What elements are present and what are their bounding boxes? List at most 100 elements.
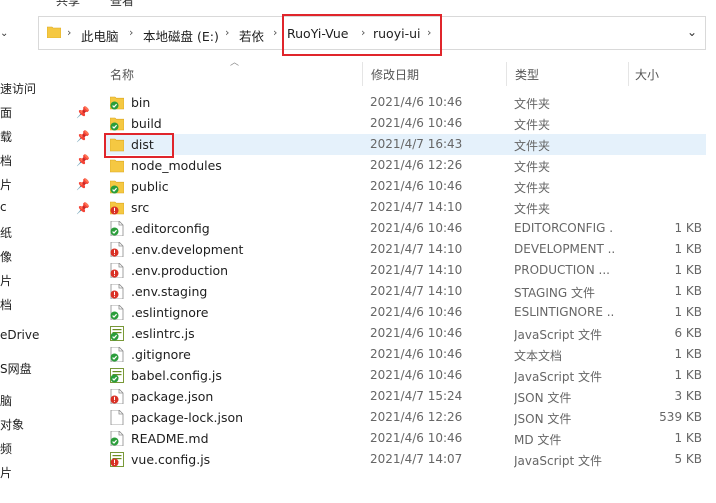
column-header-size[interactable]: 大小	[635, 66, 659, 83]
file-row[interactable]: .eslintrc.js 2021/4/6 10:46 JavaScript 文件 6…	[104, 323, 706, 344]
breadcrumb-separator[interactable]: ›	[67, 26, 71, 39]
file-size: 539 KB	[659, 410, 702, 424]
file-row[interactable]: babel.config.js 2021/4/6 10:46 JavaScript …	[104, 365, 706, 386]
column-divider[interactable]	[506, 62, 507, 86]
file-type: 文件夹	[514, 139, 551, 153]
file-row[interactable]: .env.staging 2021/4/7 14:10 STAGING 文件 1 KB	[104, 281, 706, 302]
tab-view[interactable]: 查看	[110, 0, 134, 9]
file-type: 文件夹	[514, 97, 551, 111]
file-row[interactable]: src 2021/4/7 14:10 文件夹	[104, 197, 706, 218]
file-name: node_modules	[131, 158, 222, 173]
file-row[interactable]: package.json 2021/4/7 15:24 JSON 文件 3 KB	[104, 386, 706, 407]
file-icon	[110, 410, 124, 425]
file-size: 3 KB	[674, 389, 702, 403]
file-synced-icon	[110, 347, 124, 362]
file-size: 1 KB	[674, 347, 702, 361]
nav-item-pictures-pc[interactable]: 片	[0, 464, 12, 481]
file-name: vue.config.js	[131, 452, 211, 467]
tab-share[interactable]: 共享	[56, 0, 80, 9]
file-date: 2021/4/7 14:07	[370, 452, 463, 466]
file-row[interactable]: package-lock.json 2021/4/6 12:26 JSON 文件 53…	[104, 407, 706, 428]
file-size: 6 KB	[674, 326, 702, 340]
file-name: bin	[131, 95, 151, 110]
file-date: 2021/4/6 12:26	[370, 158, 463, 172]
pin-icon: 📌	[76, 178, 90, 191]
file-row[interactable]: node_modules 2021/4/6 12:26 文件夹	[104, 155, 706, 176]
breadcrumb-this-pc[interactable]: 此电脑	[81, 26, 119, 45]
folder-icon	[110, 159, 124, 173]
breadcrumb-separator[interactable]: ›	[427, 26, 431, 39]
file-row[interactable]: public 2021/4/6 10:46 文件夹	[104, 176, 706, 197]
file-size: 1 KB	[674, 242, 702, 256]
file-row[interactable]: dist 2021/4/7 16:43 文件夹	[104, 134, 706, 155]
nav-item-pictures[interactable]: 片	[0, 176, 12, 193]
column-divider[interactable]	[362, 62, 363, 86]
nav-item-docs[interactable]: 档	[0, 296, 12, 313]
breadcrumb-separator[interactable]: ›	[361, 26, 365, 39]
file-modified-icon	[110, 263, 124, 278]
file-date: 2021/4/6 10:46	[370, 116, 463, 130]
file-name: .env.development	[131, 242, 244, 257]
chevron-down-icon[interactable]: ⌄	[0, 28, 12, 40]
file-row[interactable]: .env.production 2021/4/7 14:10 PRODUCTION …	[104, 260, 706, 281]
nav-item-wallpaper[interactable]: 纸	[0, 224, 12, 241]
file-row[interactable]: .editorconfig 2021/4/6 10:46 EDITORCONFIG …	[104, 218, 706, 239]
breadcrumb-ruoyi-ui[interactable]: ruoyi-ui	[373, 26, 421, 41]
file-type: ESLINTIGNORE ...	[514, 305, 614, 319]
file-synced-icon	[110, 431, 124, 446]
address-bar[interactable]: › 此电脑 › 本地磁盘 (E:) › 若依 › RuoYi-Vue › ruo…	[38, 16, 706, 50]
file-type: 文件夹	[514, 160, 551, 174]
file-type: PRODUCTION ...	[514, 263, 610, 277]
file-row[interactable]: .gitignore 2021/4/6 10:46 文本文档 1 KB	[104, 344, 706, 365]
file-date: 2021/4/7 15:24	[370, 389, 463, 403]
file-date: 2021/4/6 10:46	[370, 179, 463, 193]
file-row[interactable]: vue.config.js 2021/4/7 14:07 JavaScript 文件…	[104, 449, 706, 470]
file-date: 2021/4/7 14:10	[370, 242, 463, 256]
nav-item-desktop[interactable]: 面	[0, 104, 12, 121]
breadcrumb-separator[interactable]: ›	[273, 26, 277, 39]
nav-item-quick-access[interactable]: 速访问	[0, 80, 36, 97]
file-name: package.json	[131, 389, 214, 404]
nav-item-c[interactable]: c	[0, 200, 7, 214]
file-date: 2021/4/7 14:10	[370, 263, 463, 277]
breadcrumb-local-disk[interactable]: 本地磁盘 (E:)	[143, 26, 219, 45]
file-date: 2021/4/6 10:46	[370, 368, 463, 382]
nav-item-wps-drive[interactable]: S网盘	[0, 360, 32, 377]
column-header-type[interactable]: 类型	[515, 66, 539, 83]
file-name: build	[131, 116, 162, 131]
column-header-name[interactable]: 名称	[110, 66, 134, 83]
nav-item-documents[interactable]: 档	[0, 152, 12, 169]
nav-item-photos[interactable]: 片	[0, 272, 12, 289]
folder-synced-icon	[110, 180, 124, 194]
file-name: .eslintrc.js	[131, 326, 195, 341]
nav-item-onedrive[interactable]: eDrive	[0, 328, 39, 342]
folder-icon	[110, 138, 124, 152]
file-row[interactable]: bin 2021/4/6 10:46 文件夹	[104, 92, 706, 113]
nav-item-images[interactable]: 像	[0, 248, 12, 265]
file-date: 2021/4/6 10:46	[370, 347, 463, 361]
nav-item-3d-objects[interactable]: 对象	[0, 416, 24, 433]
file-name: .env.staging	[131, 284, 208, 299]
navigation-pane: 速访问 面 📌 载 📌 档 📌 片 📌 c 📌 纸 像 片 档 eDrive S…	[0, 70, 96, 503]
file-row[interactable]: README.md 2021/4/6 10:46 MD 文件 1 KB	[104, 428, 706, 449]
file-size: 5 KB	[674, 452, 702, 466]
breadcrumb-separator[interactable]: ›	[225, 26, 229, 39]
file-date: 2021/4/6 12:26	[370, 410, 463, 424]
pin-icon: 📌	[76, 130, 90, 143]
nav-item-this-pc[interactable]: 脑	[0, 392, 12, 409]
address-dropdown-icon[interactable]: ⌄	[687, 25, 697, 39]
file-type: 文件夹	[514, 181, 551, 195]
folder-synced-icon	[110, 117, 124, 131]
file-row[interactable]: build 2021/4/6 10:46 文件夹	[104, 113, 706, 134]
file-row[interactable]: .env.development 2021/4/7 14:10 DEVELOPMEN…	[104, 239, 706, 260]
breadcrumb-ruoyi-cn[interactable]: 若依	[239, 26, 264, 45]
nav-item-downloads[interactable]: 载	[0, 128, 12, 145]
sort-ascending-icon: ︿	[230, 58, 240, 68]
column-header-date[interactable]: 修改日期	[371, 66, 419, 83]
file-row[interactable]: .eslintignore 2021/4/6 10:46 ESLINTIGNORE …	[104, 302, 706, 323]
breadcrumb-separator[interactable]: ›	[129, 26, 133, 39]
nav-item-videos[interactable]: 频	[0, 440, 12, 457]
file-name: .editorconfig	[131, 221, 210, 236]
breadcrumb-ruoyi-vue[interactable]: RuoYi-Vue	[287, 26, 348, 41]
column-divider[interactable]	[628, 62, 629, 86]
